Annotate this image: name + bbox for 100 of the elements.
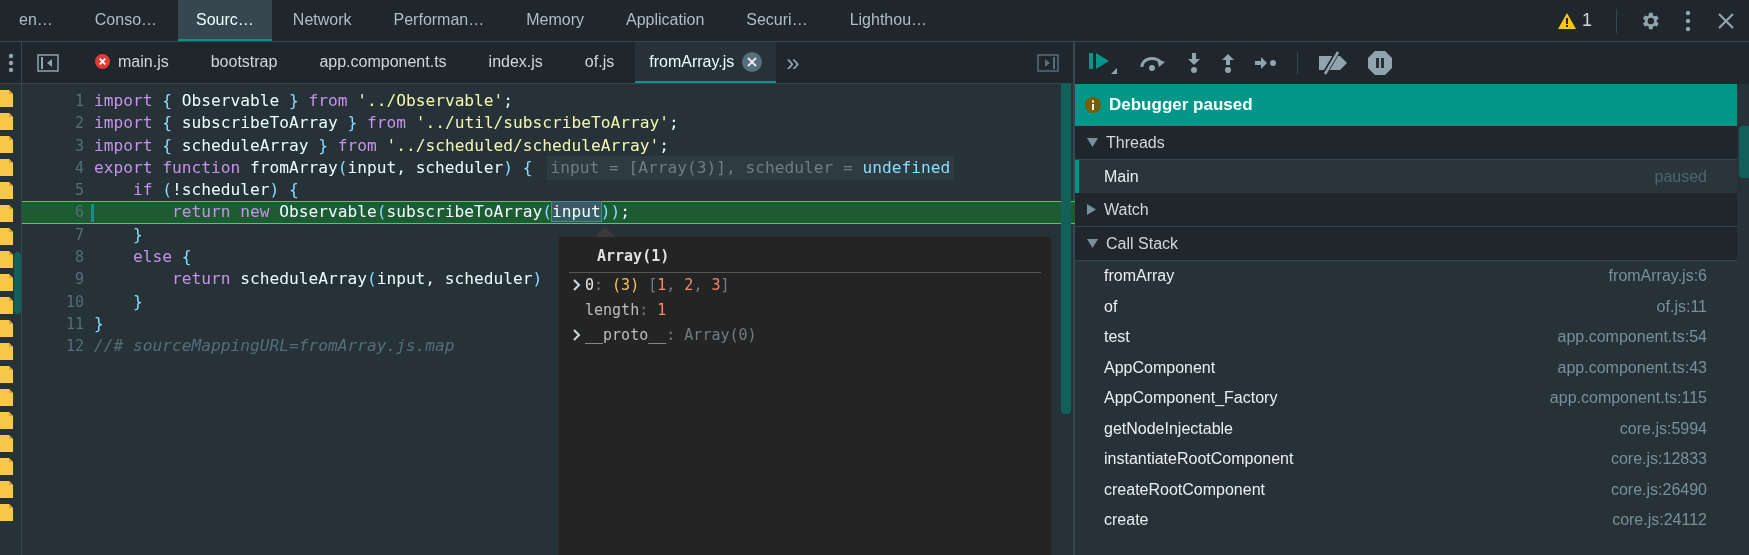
line-number: 4 bbox=[73, 157, 85, 179]
code-line: //# sourceMappingURL=fromArray.js.map bbox=[94, 335, 455, 358]
code-line: return scheduleArray(input, scheduler) bbox=[170, 268, 543, 291]
file-icon[interactable] bbox=[0, 251, 13, 268]
collapse-arrow-icon bbox=[1087, 138, 1098, 147]
file-tab-label: main.js bbox=[118, 51, 169, 72]
pause-icon[interactable] bbox=[1368, 51, 1392, 75]
panel-tab[interactable]: Securi… bbox=[725, 0, 829, 41]
file-tab[interactable]: of.js bbox=[563, 42, 636, 83]
call-frame[interactable]: of of.js:11 bbox=[1075, 291, 1737, 322]
panel-tab[interactable]: Memory bbox=[505, 0, 605, 41]
code-line: export function fromArray(input, scheduler) { bbox=[94, 156, 533, 179]
file-icon[interactable] bbox=[0, 343, 13, 360]
code-line: else { bbox=[131, 246, 192, 269]
step-into-icon[interactable] bbox=[1187, 53, 1201, 73]
file-icon[interactable] bbox=[0, 136, 13, 153]
file-tab[interactable]: bootstrap bbox=[189, 42, 299, 83]
call-frame[interactable]: getNodeInjectable core.js:5994 bbox=[1075, 413, 1737, 444]
file-icon[interactable] bbox=[0, 389, 13, 406]
file-icon[interactable] bbox=[0, 366, 13, 383]
file-tab[interactable]: fromArray.js bbox=[635, 42, 777, 83]
file-icon[interactable] bbox=[0, 274, 13, 291]
property-row-text: length: 1 bbox=[584, 299, 667, 321]
file-icon[interactable] bbox=[0, 205, 13, 222]
code-line: } bbox=[94, 312, 104, 335]
section-header[interactable]: Watch bbox=[1075, 193, 1737, 227]
deactivate-breakpoints-icon[interactable] bbox=[1318, 51, 1348, 75]
code-line: } bbox=[131, 223, 143, 246]
section-header[interactable]: Threads bbox=[1075, 126, 1737, 160]
file-icon[interactable] bbox=[0, 320, 13, 337]
code-line: return new Observable(subscribeToArray(input)); bbox=[170, 201, 631, 224]
more-options-icon[interactable] bbox=[7, 52, 14, 73]
file-tab-label: index.js bbox=[488, 51, 543, 72]
paused-banner: Debugger paused bbox=[1075, 84, 1737, 126]
property-row[interactable]: __proto__: Array(0) bbox=[573, 323, 757, 347]
panel-tab[interactable]: Performan… bbox=[372, 0, 506, 41]
code-line: import { subscribeToArray } from '../util/subscribeToArray'; bbox=[94, 112, 679, 135]
call-frame[interactable]: instantiateRootComponent core.js:12833 bbox=[1075, 444, 1737, 475]
file-icon[interactable] bbox=[0, 458, 13, 475]
section-header[interactable]: Call Stack bbox=[1075, 227, 1737, 261]
file-tab[interactable]: index.js bbox=[467, 42, 564, 83]
line-number: 9 bbox=[73, 269, 85, 291]
line-number: 11 bbox=[64, 313, 85, 335]
file-icon[interactable] bbox=[0, 90, 13, 107]
step-over-icon[interactable] bbox=[1139, 55, 1167, 71]
file-tab-label: fromArray.js bbox=[649, 51, 735, 72]
line-number: 1 bbox=[73, 90, 85, 112]
more-tabs-button[interactable]: » bbox=[776, 42, 810, 83]
file-icon[interactable] bbox=[0, 481, 13, 498]
panel-tab[interactable]: Network bbox=[271, 0, 373, 41]
file-icon[interactable] bbox=[0, 435, 13, 452]
close-icon[interactable] bbox=[1717, 11, 1735, 30]
expand-arrow-icon bbox=[1087, 204, 1096, 215]
line-number: 6 bbox=[73, 202, 85, 224]
code-line: import { scheduleArray } from '../scheduled/scheduleArray'; bbox=[94, 134, 670, 157]
file-tab[interactable]: main.js bbox=[74, 42, 190, 83]
file-icon[interactable] bbox=[0, 412, 13, 429]
call-frame[interactable]: AppComponent_Factory app.component.ts:115 bbox=[1075, 383, 1737, 414]
line-number: 2 bbox=[73, 113, 85, 135]
call-frame[interactable]: fromArray fromArray.js:6 bbox=[1075, 261, 1737, 292]
resume-icon[interactable] bbox=[1089, 51, 1119, 75]
info-icon bbox=[1085, 97, 1101, 113]
file-tab-label: bootstrap bbox=[210, 51, 278, 72]
panel-tab[interactable]: Conso… bbox=[73, 0, 179, 41]
file-icon[interactable] bbox=[0, 113, 13, 130]
file-tab-label: of.js bbox=[584, 51, 615, 72]
more-options-icon[interactable] bbox=[1685, 9, 1691, 32]
error-icon bbox=[95, 54, 110, 69]
scrollbar-thumb[interactable] bbox=[1739, 126, 1749, 178]
panel-tab[interactable]: Sourc… bbox=[178, 0, 272, 41]
panel-tab[interactable]: Lighthou… bbox=[828, 0, 949, 41]
panel-tab[interactable]: en… bbox=[0, 0, 74, 41]
file-icon[interactable] bbox=[0, 182, 13, 199]
file-icon[interactable] bbox=[0, 228, 13, 245]
call-frame[interactable]: createRootComponent core.js:26490 bbox=[1075, 474, 1737, 505]
call-frame[interactable]: create core.js:24112 bbox=[1075, 505, 1737, 536]
close-icon[interactable] bbox=[742, 51, 763, 72]
call-frame[interactable]: test app.component.ts:54 bbox=[1075, 322, 1737, 353]
panel-tab[interactable]: Application bbox=[605, 0, 726, 41]
code-line: if (!scheduler) { bbox=[131, 179, 299, 202]
file-icon[interactable] bbox=[0, 159, 13, 176]
file-icon[interactable] bbox=[0, 297, 13, 314]
file-tab[interactable]: app.component.ts bbox=[298, 42, 468, 83]
scrollbar-thumb[interactable] bbox=[14, 252, 21, 314]
panel-toggle-icon[interactable] bbox=[1037, 53, 1059, 72]
code-line: } bbox=[131, 290, 143, 313]
step-out-icon[interactable] bbox=[1221, 53, 1235, 73]
file-icon[interactable] bbox=[0, 504, 13, 521]
sidebar-toggle-icon[interactable] bbox=[37, 53, 59, 72]
step-icon[interactable] bbox=[1255, 56, 1277, 70]
code-line: import { Observable } from '../Observable'; bbox=[94, 90, 514, 112]
property-row[interactable]: 0: (3) [1, 2, 3] bbox=[573, 273, 730, 297]
scrollbar-thumb[interactable] bbox=[1061, 84, 1071, 414]
popover-title: Array(1) bbox=[597, 247, 670, 265]
collapse-arrow-icon bbox=[1087, 239, 1098, 248]
line-number: 7 bbox=[73, 224, 85, 246]
inline-value: input = [Array(3)], scheduler = undefined bbox=[546, 155, 955, 181]
line-number: 5 bbox=[73, 180, 85, 202]
call-frame[interactable]: AppComponent app.component.ts:43 bbox=[1075, 352, 1737, 383]
warning-count[interactable]: 1 bbox=[1582, 7, 1592, 34]
